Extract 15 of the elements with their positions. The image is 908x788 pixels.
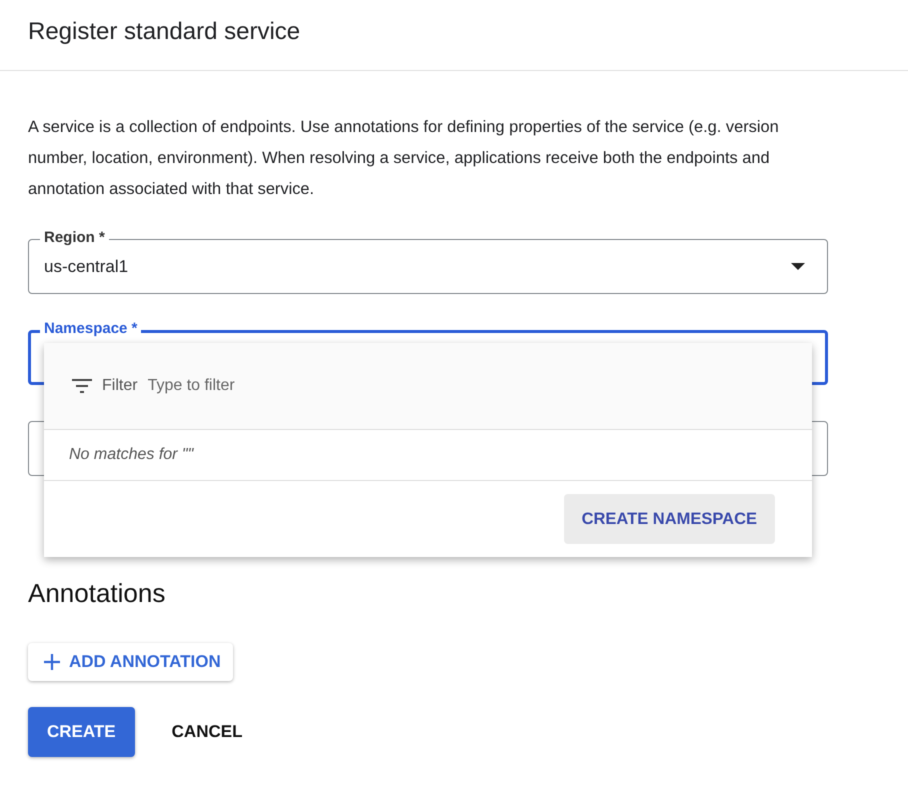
cancel-button[interactable]: CANCEL <box>152 707 262 757</box>
create-namespace-button[interactable]: CREATE NAMESPACE <box>564 494 775 544</box>
filter-label: Filter <box>102 377 138 395</box>
plus-icon <box>44 654 60 670</box>
section-heading: Annotations <box>28 578 166 609</box>
field-label: Namespace * <box>40 320 142 338</box>
filter-icon <box>72 379 92 393</box>
caret-icon <box>791 262 805 270</box>
description-text: A service is a collection of endpoints. Use annotations for defining properties of the service (e.g. version number, location, environment). When resolving a service, applications receive both the endpoints and annotation associated with that service. <box>28 117 780 200</box>
page-title: Register standard service <box>28 18 300 46</box>
create-button[interactable]: CREATE <box>28 707 135 757</box>
filter-input[interactable]: Type to filter <box>148 377 448 395</box>
empty-message: No matches for "" <box>44 430 812 481</box>
add-annotation-button[interactable]: ADD ANNOTATION <box>28 643 233 681</box>
field-label: Region * <box>40 229 109 247</box>
